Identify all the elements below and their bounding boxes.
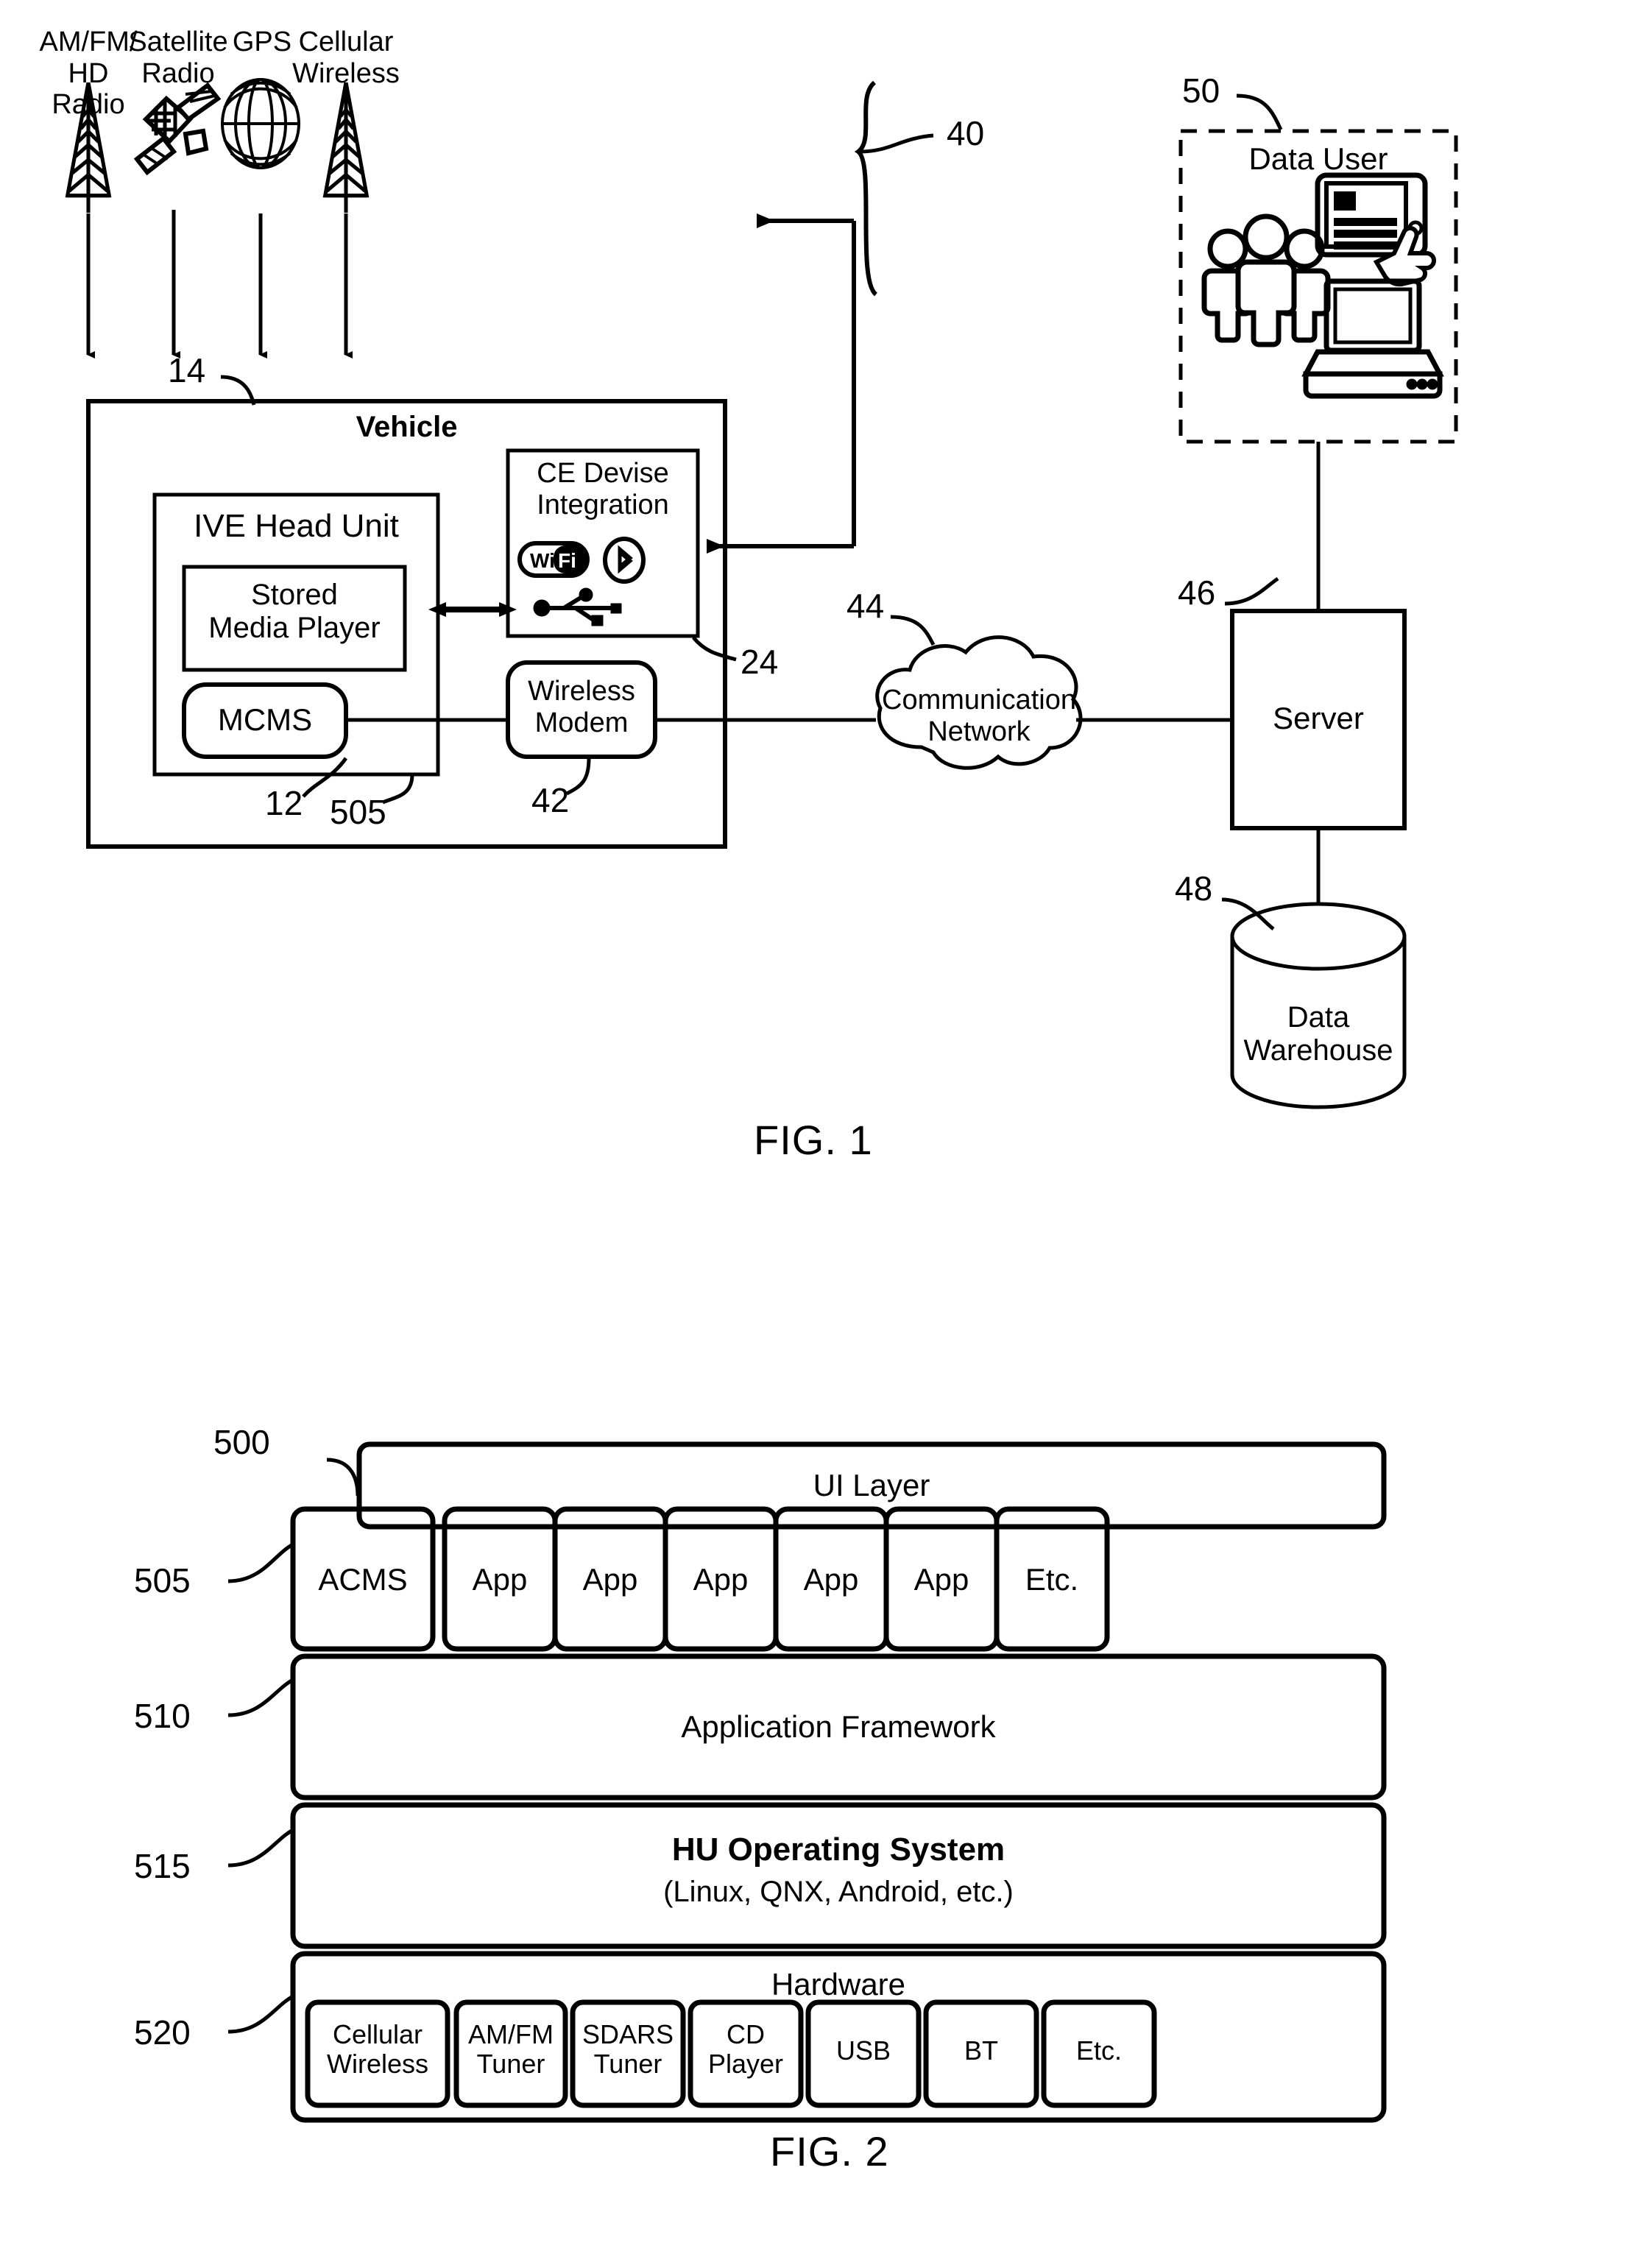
source-label-cellular: Cellular Wireless [292,27,400,89]
app-box-label-6: Etc. [1025,1562,1079,1597]
antenna-tower-icon [322,82,370,215]
hardware-item-label-5: BT [964,2035,998,2066]
app-box-label-4: App [803,1562,859,1597]
ref-12: 12 [265,784,303,822]
ui-layer-label: UI Layer [813,1468,930,1502]
server-label: Server [1273,701,1364,735]
ref-40: 40 [947,114,985,152]
ref-50: 50 [1182,71,1220,110]
communication-network-label: Communication Network [882,685,1076,747]
hu-os-title: HU Operating System [671,1831,1005,1868]
ref-520: 520 [134,2013,191,2052]
ref-505: 505 [330,793,386,831]
antenna-tower-icon [65,82,112,215]
app-box-label-5: App [913,1562,969,1597]
app-box-label-3: App [693,1562,749,1597]
mcms-label: MCMS [217,702,313,737]
app-box-label-1: App [472,1562,528,1597]
data-user-title: Data User [1248,141,1388,176]
ref-24: 24 [741,643,779,681]
ive-head-unit-title: IVE Head Unit [194,508,399,544]
ref-510: 510 [134,1697,191,1735]
ref-500: 500 [213,1423,270,1461]
hardware-item-label-0: Cellular Wireless [326,2019,428,2080]
data-warehouse-label: Data Warehouse [1243,1001,1393,1067]
svg-text:Fi: Fi [558,549,576,572]
hardware-title: Hardware [771,1967,906,2002]
ce-device-integration-title: CE Devise Integration [537,458,669,520]
patent-drawing-sheet: Wi Fi AM/FM/ HD Satellite Radio GPS Cell… [0,0,1640,2268]
hardware-item-label-3: CD Player [707,2019,784,2080]
app-box-label-2: App [582,1562,638,1597]
figure-2-caption: FIG. 2 [770,2128,889,2175]
ref-505-apps: 505 [134,1561,191,1600]
hardware-item-label-1: AM/FM Tuner [468,2019,554,2080]
ref-515: 515 [134,1847,191,1885]
svg-text:Wi: Wi [530,549,555,572]
wireless-modem-label: Wireless Modem [528,676,635,738]
hu-os-subtitle: (Linux, QNX, Android, etc.) [663,1876,1014,1908]
ref-42: 42 [531,781,570,819]
stored-media-player-label: Stored Media Player [208,579,381,644]
application-framework-label: Application Framework [681,1709,996,1744]
ref-44: 44 [846,587,885,625]
ref-14: 14 [168,351,206,389]
ref-48: 48 [1175,869,1213,908]
app-box-label-0: ACMS [318,1562,408,1597]
hardware-item-label-2: SDARS Tuner [582,2019,674,2080]
vehicle-title: Vehicle [356,411,458,443]
figure-1-caption: FIG. 1 [754,1117,873,1163]
ref-46: 46 [1178,573,1216,612]
hardware-item-label-6: Etc. [1075,2035,1122,2066]
hardware-item-label-4: USB [835,2035,891,2066]
